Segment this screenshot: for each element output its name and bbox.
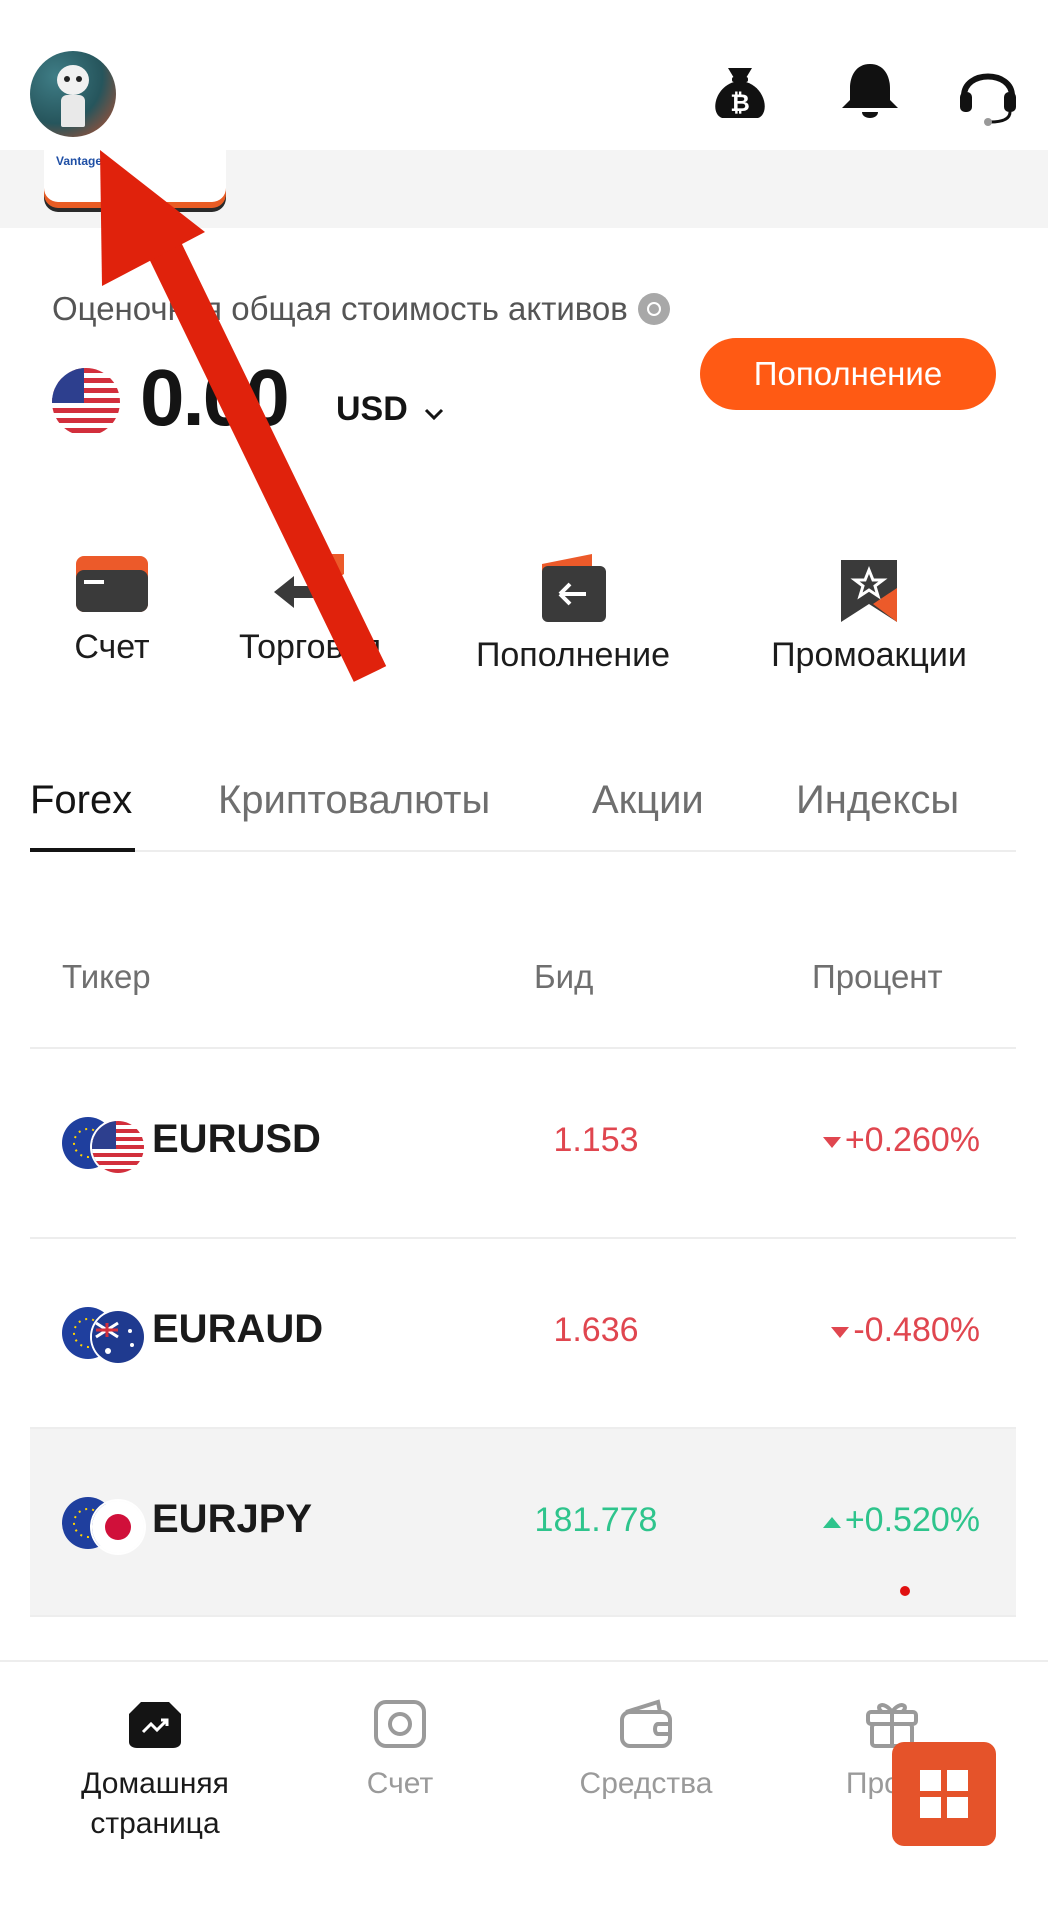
notification-dot — [900, 1586, 910, 1596]
percent-value: +0.520% — [844, 1501, 980, 1539]
bid-value: 181.778 — [534, 1501, 658, 1539]
down-triangle-icon — [831, 1326, 850, 1338]
up-triangle-icon — [822, 1516, 841, 1528]
quick-action-label: Торговля — [238, 628, 382, 666]
us-flag-icon — [52, 368, 120, 436]
nav-label: Счет — [366, 1767, 434, 1800]
currency-pair-flags — [62, 1117, 144, 1173]
currency-pair-flags — [62, 1497, 144, 1553]
us-flag-icon — [92, 1121, 144, 1173]
tab-indices[interactable]: Индексы — [796, 778, 959, 823]
quick-action-deposit[interactable]: Пополнение — [460, 552, 686, 682]
row-divider — [30, 1615, 1016, 1617]
promo-star-icon — [841, 560, 897, 622]
column-header-bid: Бид — [534, 958, 594, 995]
tab-crypto[interactable]: Криптовалюты — [218, 778, 490, 823]
trade-arrows-icon — [274, 554, 344, 608]
bell-icon[interactable] — [836, 58, 904, 126]
ticker-symbol: EURUSD — [152, 1117, 321, 1161]
bid-value: 1.153 — [553, 1121, 639, 1159]
home-chart-icon — [129, 1702, 181, 1748]
promo-banner[interactable]: Vantage — [0, 150, 1048, 228]
headset-icon[interactable] — [954, 58, 1022, 126]
balance-currency[interactable]: USD — [336, 390, 408, 429]
column-header-ticker: Тикер — [62, 958, 151, 995]
table-row[interactable]: EURAUD 1.636 -0.480% — [30, 1239, 1016, 1427]
percent-change: +0.260% — [822, 1121, 980, 1160]
banner-card-text: Vantage — [56, 154, 103, 168]
quick-action-label: Пополнение — [475, 636, 671, 674]
balance-label: Оценочная общая стоимость активов — [52, 290, 670, 328]
eye-icon[interactable] — [637, 293, 670, 326]
percent-change: +0.520% — [822, 1501, 980, 1540]
account-icon — [374, 1700, 426, 1748]
top-header: ₿ — [0, 0, 1048, 150]
percent-value: -0.480% — [853, 1311, 980, 1349]
currency-pair-flags — [62, 1307, 144, 1363]
grid-icon — [920, 1770, 968, 1818]
table-row[interactable]: EURJPY 181.778 +0.520% — [30, 1429, 1016, 1617]
nav-label: Средства — [579, 1767, 713, 1800]
quick-action-trade[interactable]: Торговля — [224, 552, 396, 682]
table-row[interactable]: EURUSD 1.153 +0.260% — [30, 1049, 1016, 1237]
bid-value: 1.636 — [553, 1311, 639, 1349]
down-triangle-icon — [822, 1136, 841, 1148]
avatar[interactable] — [30, 51, 116, 137]
nav-account[interactable]: Счет — [280, 1698, 520, 1804]
ticker-symbol: EURAUD — [152, 1307, 324, 1351]
banner-card: Vantage — [44, 150, 226, 202]
nav-home[interactable]: Домашняя страница — [35, 1698, 275, 1844]
tab-active-indicator — [30, 848, 135, 852]
chevron-down-icon[interactable] — [422, 402, 446, 426]
percent-change: -0.480% — [831, 1311, 980, 1350]
quick-action-account[interactable]: Счет — [52, 552, 172, 682]
nav-label: Домашняя страница — [81, 1767, 229, 1840]
quick-action-label: Промоакции — [771, 636, 967, 674]
nav-funds[interactable]: Средства — [526, 1698, 766, 1804]
avatar-body — [61, 95, 85, 127]
grid-menu-button[interactable] — [892, 1742, 996, 1846]
deposit-icon — [542, 554, 606, 622]
tab-stocks[interactable]: Акции — [592, 778, 704, 823]
wallet-icon — [76, 556, 148, 612]
bitcoin-bag-icon[interactable]: ₿ — [706, 58, 774, 126]
ticker-symbol: EURJPY — [152, 1497, 313, 1541]
quick-action-promo[interactable]: Промоакции — [756, 552, 982, 682]
market-tabs: Forex Криптовалюты Акции Индексы — [30, 770, 1016, 852]
column-header-percent: Процент — [812, 958, 943, 995]
funds-wallet-icon — [620, 1699, 672, 1748]
svg-text:₿: ₿ — [730, 90, 750, 117]
balance-amount: 0.00 — [140, 353, 290, 442]
jp-flag-icon — [92, 1501, 144, 1553]
avatar-face — [57, 65, 89, 95]
balance-label-text: Оценочная общая стоимость активов — [52, 290, 628, 327]
quick-action-label: Счет — [74, 628, 150, 666]
au-flag-icon — [92, 1311, 144, 1363]
tab-forex[interactable]: Forex — [30, 778, 132, 823]
deposit-button[interactable]: Пополнение — [700, 338, 996, 410]
percent-value: +0.260% — [844, 1121, 980, 1159]
